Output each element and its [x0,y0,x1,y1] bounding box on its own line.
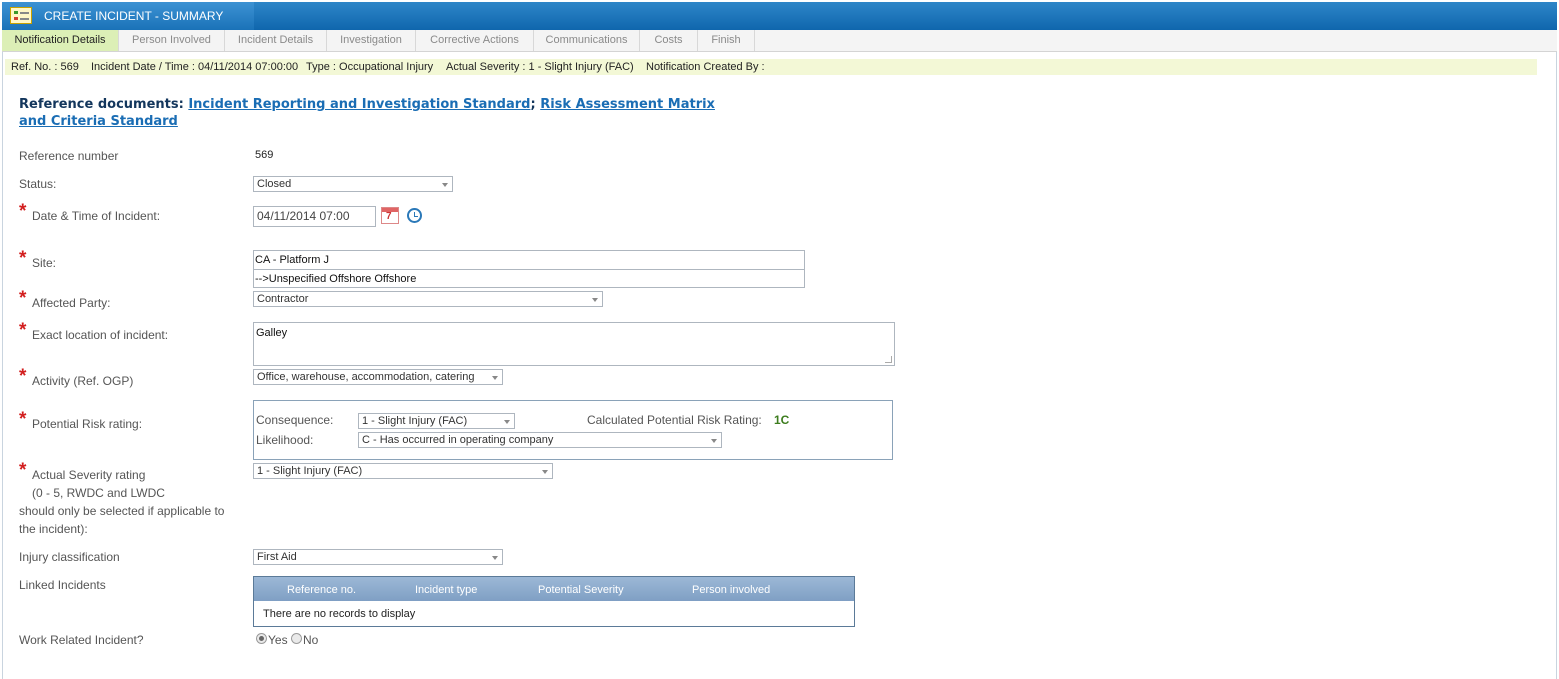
calendar-day: 7 [386,211,392,222]
info-severity: Actual Severity : 1 - Slight Injury (FAC… [446,61,634,73]
site-row-primary: CA - Platform J [254,251,804,270]
chevron-down-icon [492,376,498,380]
likelihood-label: Likelihood: [256,433,314,447]
site-line2: -->Unspecified Offshore Offshore [255,273,417,285]
info-created-by: Notification Created By : [646,61,765,73]
tab-communications[interactable]: Communications [534,30,640,51]
potential-risk-label: Potential Risk rating: [19,409,142,431]
likelihood-select[interactable]: C - Has occurred in operating company [358,432,722,448]
grid-header: Reference no. Incident type Potential Se… [254,577,854,601]
likelihood-value: C - Has occurred in operating company [362,434,554,446]
resize-grip-icon[interactable] [885,356,892,363]
work-related-yes-radio[interactable] [256,633,267,644]
exact-location-value: Galley [256,327,288,339]
site-field[interactable]: CA - Platform J -->Unspecified Offshore … [253,250,805,288]
work-related-no-label[interactable]: No [303,633,318,647]
refdocs-prefix: Reference documents: [19,97,184,112]
actual-severity-label: Actual Severity rating [19,460,145,482]
status-select[interactable]: Closed [253,176,453,192]
tab-costs[interactable]: Costs [640,30,698,51]
actual-severity-hint-2: should only be selected if applicable to [19,504,225,518]
info-date: Incident Date / Time : 04/11/2014 07:00:… [91,61,299,73]
linked-incidents-label: Linked Incidents [19,578,106,592]
refdocs-separator: ; [530,97,536,112]
status-label: Status: [19,177,57,191]
linked-incidents-grid: Reference no. Incident type Potential Se… [253,576,855,627]
chevron-down-icon [592,298,598,302]
injury-classification-value: First Aid [257,551,297,563]
consequence-select[interactable]: 1 - Slight Injury (FAC) [358,413,515,429]
reference-number-label: Reference number [19,149,119,163]
col-incident-type[interactable]: Incident type [415,584,477,596]
chevron-down-icon [542,470,548,474]
chevron-down-icon [504,420,510,424]
checklist-icon [10,7,32,24]
link-incident-reporting-standard[interactable]: Incident Reporting and Investigation Sta… [188,97,530,112]
exact-location-label: Exact location of incident: [19,320,168,342]
date-time-label: Date & Time of Incident: [19,201,160,223]
tab-person-involved[interactable]: Person Involved [119,30,225,51]
window-title: CREATE INCIDENT - SUMMARY [44,9,224,23]
activity-value: Office, warehouse, accommodation, cateri… [257,371,475,383]
potential-risk-panel [253,400,893,460]
actual-severity-hint-1: (0 - 5, RWDC and LWDC [32,486,165,500]
affected-party-label: Affected Party: [19,288,110,310]
chevron-down-icon [711,439,717,443]
affected-party-select[interactable]: Contractor [253,291,603,307]
date-time-input[interactable]: 04/11/2014 07:00 [253,206,376,227]
exact-location-textarea[interactable]: Galley [253,322,895,366]
injury-classification-select[interactable]: First Aid [253,549,503,565]
activity-select[interactable]: Office, warehouse, accommodation, cateri… [253,369,503,385]
consequence-value: 1 - Slight Injury (FAC) [362,415,468,427]
affected-party-value: Contractor [257,293,309,305]
col-reference-no[interactable]: Reference no. [287,584,356,596]
chevron-down-icon [442,183,448,187]
grid-empty-message: There are no records to display [263,608,416,620]
calendar-icon[interactable]: 7 [381,207,399,224]
work-related-yes-label[interactable]: Yes [268,633,288,647]
tab-bar: Notification Details Person Involved Inc… [2,30,1557,52]
actual-severity-select[interactable]: 1 - Slight Injury (FAC) [253,463,553,479]
reference-number-value: 569 [255,149,274,161]
info-type: Type : Occupational Injury [306,61,434,73]
tab-notification-details[interactable]: Notification Details [2,30,119,51]
info-ref: Ref. No. : 569 [11,61,79,73]
chevron-down-icon [492,556,498,560]
col-person-involved[interactable]: Person involved [692,584,770,596]
injury-classification-label: Injury classification [19,550,120,564]
incident-info-bar: Ref. No. : 569 Incident Date / Time : 04… [5,59,1537,75]
reference-documents: Reference documents: Incident Reporting … [19,96,719,130]
title-bar: CREATE INCIDENT - SUMMARY [2,2,1557,30]
site-line1: CA - Platform J [255,254,329,266]
work-related-no-radio[interactable] [291,633,302,644]
tab-investigation[interactable]: Investigation [327,30,416,51]
tab-incident-details[interactable]: Incident Details [225,30,327,51]
actual-severity-hint-3: the incident): [19,522,88,536]
calculated-risk-label: Calculated Potential Risk Rating: [587,413,762,427]
calculated-risk-value: 1C [774,413,790,427]
activity-label: Activity (Ref. OGP) [19,366,133,388]
tab-finish[interactable]: Finish [698,30,755,51]
status-value: Closed [257,178,292,190]
tab-corrective-actions[interactable]: Corrective Actions [416,30,534,51]
work-related-label: Work Related Incident? [19,633,144,647]
consequence-label: Consequence: [256,413,334,427]
col-potential-severity[interactable]: Potential Severity [538,584,624,596]
actual-severity-value: 1 - Slight Injury (FAC) [257,465,363,477]
site-label: Site: [19,248,56,270]
title-bar-left: CREATE INCIDENT - SUMMARY [2,2,254,30]
clock-icon[interactable] [407,208,422,223]
